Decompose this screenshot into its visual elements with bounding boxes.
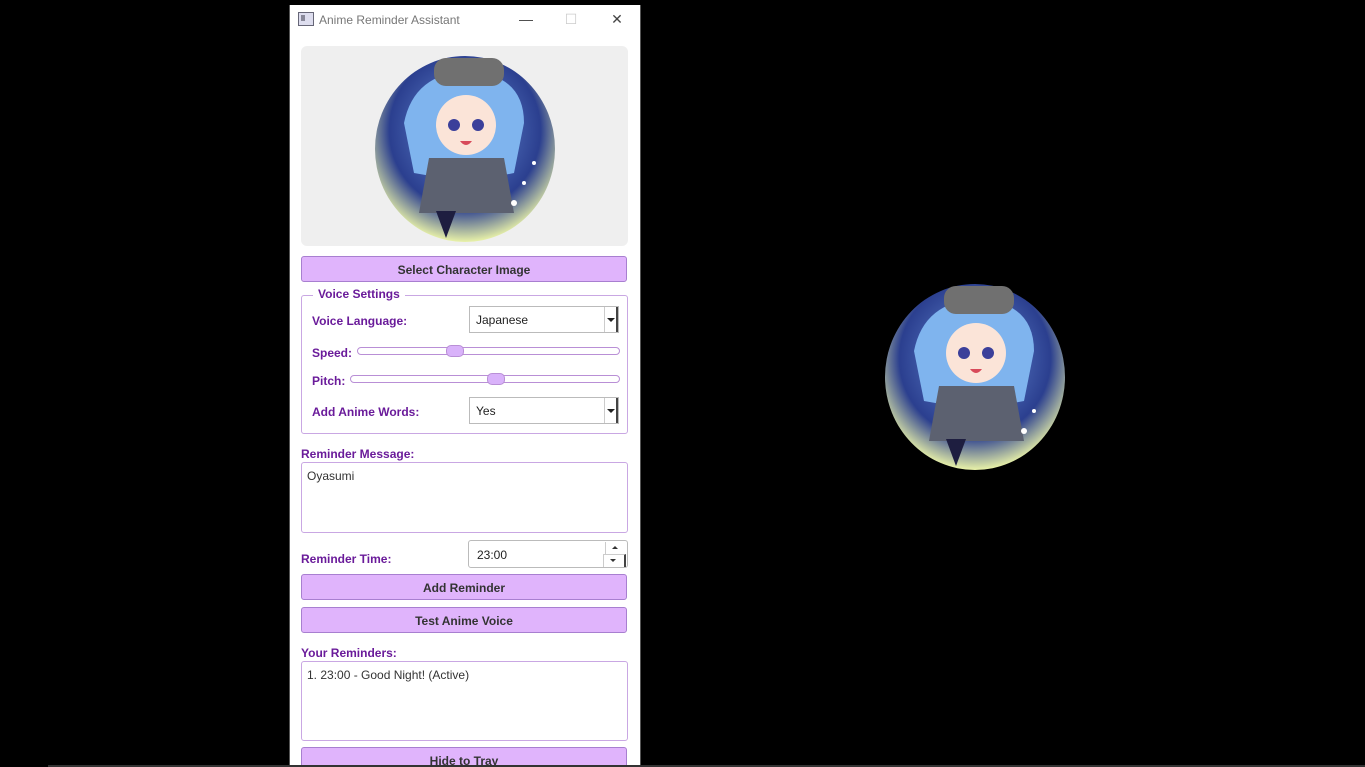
character-image	[375, 56, 555, 242]
speed-slider[interactable]	[357, 345, 620, 357]
voice-settings-title: Voice Settings	[313, 287, 405, 301]
anime-words-label: Add Anime Words:	[312, 405, 420, 419]
window-title: Anime Reminder Assistant	[319, 13, 460, 27]
app-icon	[298, 12, 314, 26]
add-reminder-button[interactable]: Add Reminder	[301, 574, 627, 600]
floating-character-widget[interactable]	[884, 281, 1066, 471]
spin-down-icon[interactable]	[603, 554, 626, 567]
hide-to-tray-button[interactable]: Hide to Tray	[301, 747, 627, 767]
anime-words-select[interactable]: Yes	[469, 397, 619, 424]
maximize-button[interactable]: ☐	[548, 5, 594, 35]
pitch-label: Pitch:	[312, 374, 346, 388]
your-reminders-label: Your Reminders:	[301, 646, 397, 660]
pitch-slider[interactable]	[350, 373, 620, 385]
reminder-time-label: Reminder Time:	[301, 552, 392, 566]
speed-label: Speed:	[312, 346, 353, 360]
select-image-button[interactable]: Select Character Image	[301, 256, 627, 282]
main-content: Select Character Image Voice Settings Vo…	[290, 35, 640, 767]
test-voice-button[interactable]: Test Anime Voice	[301, 607, 627, 633]
character-image-panel	[301, 46, 628, 246]
close-button[interactable]: ✕	[594, 5, 640, 35]
chevron-down-icon[interactable]	[604, 398, 618, 423]
reminder-time-value: 23:00	[477, 548, 508, 562]
reminder-message-input[interactable]: Oyasumi	[301, 462, 628, 533]
reminders-list[interactable]: 1. 23:00 - Good Night! (Active)	[301, 661, 628, 741]
minimize-button[interactable]: —	[503, 5, 549, 35]
reminder-message-label: Reminder Message:	[301, 447, 415, 461]
voice-language-value: Japanese	[476, 313, 529, 327]
reminder-time-input[interactable]: 23:00	[468, 540, 628, 568]
chevron-down-icon[interactable]	[604, 307, 618, 332]
spin-up-icon[interactable]	[605, 542, 626, 554]
app-window: Anime Reminder Assistant — ☐ ✕ Select Ch…	[289, 5, 641, 767]
list-item[interactable]: 1. 23:00 - Good Night! (Active)	[307, 668, 622, 682]
speed-slider-handle[interactable]	[446, 345, 464, 357]
voice-language-label: Voice Language:	[312, 314, 408, 328]
pitch-slider-handle[interactable]	[487, 373, 505, 385]
voice-language-select[interactable]: Japanese	[469, 306, 619, 333]
anime-words-value: Yes	[476, 404, 496, 418]
voice-settings-group: Voice Settings Voice Language: Japanese …	[301, 287, 628, 434]
title-bar: Anime Reminder Assistant — ☐ ✕	[290, 5, 640, 35]
